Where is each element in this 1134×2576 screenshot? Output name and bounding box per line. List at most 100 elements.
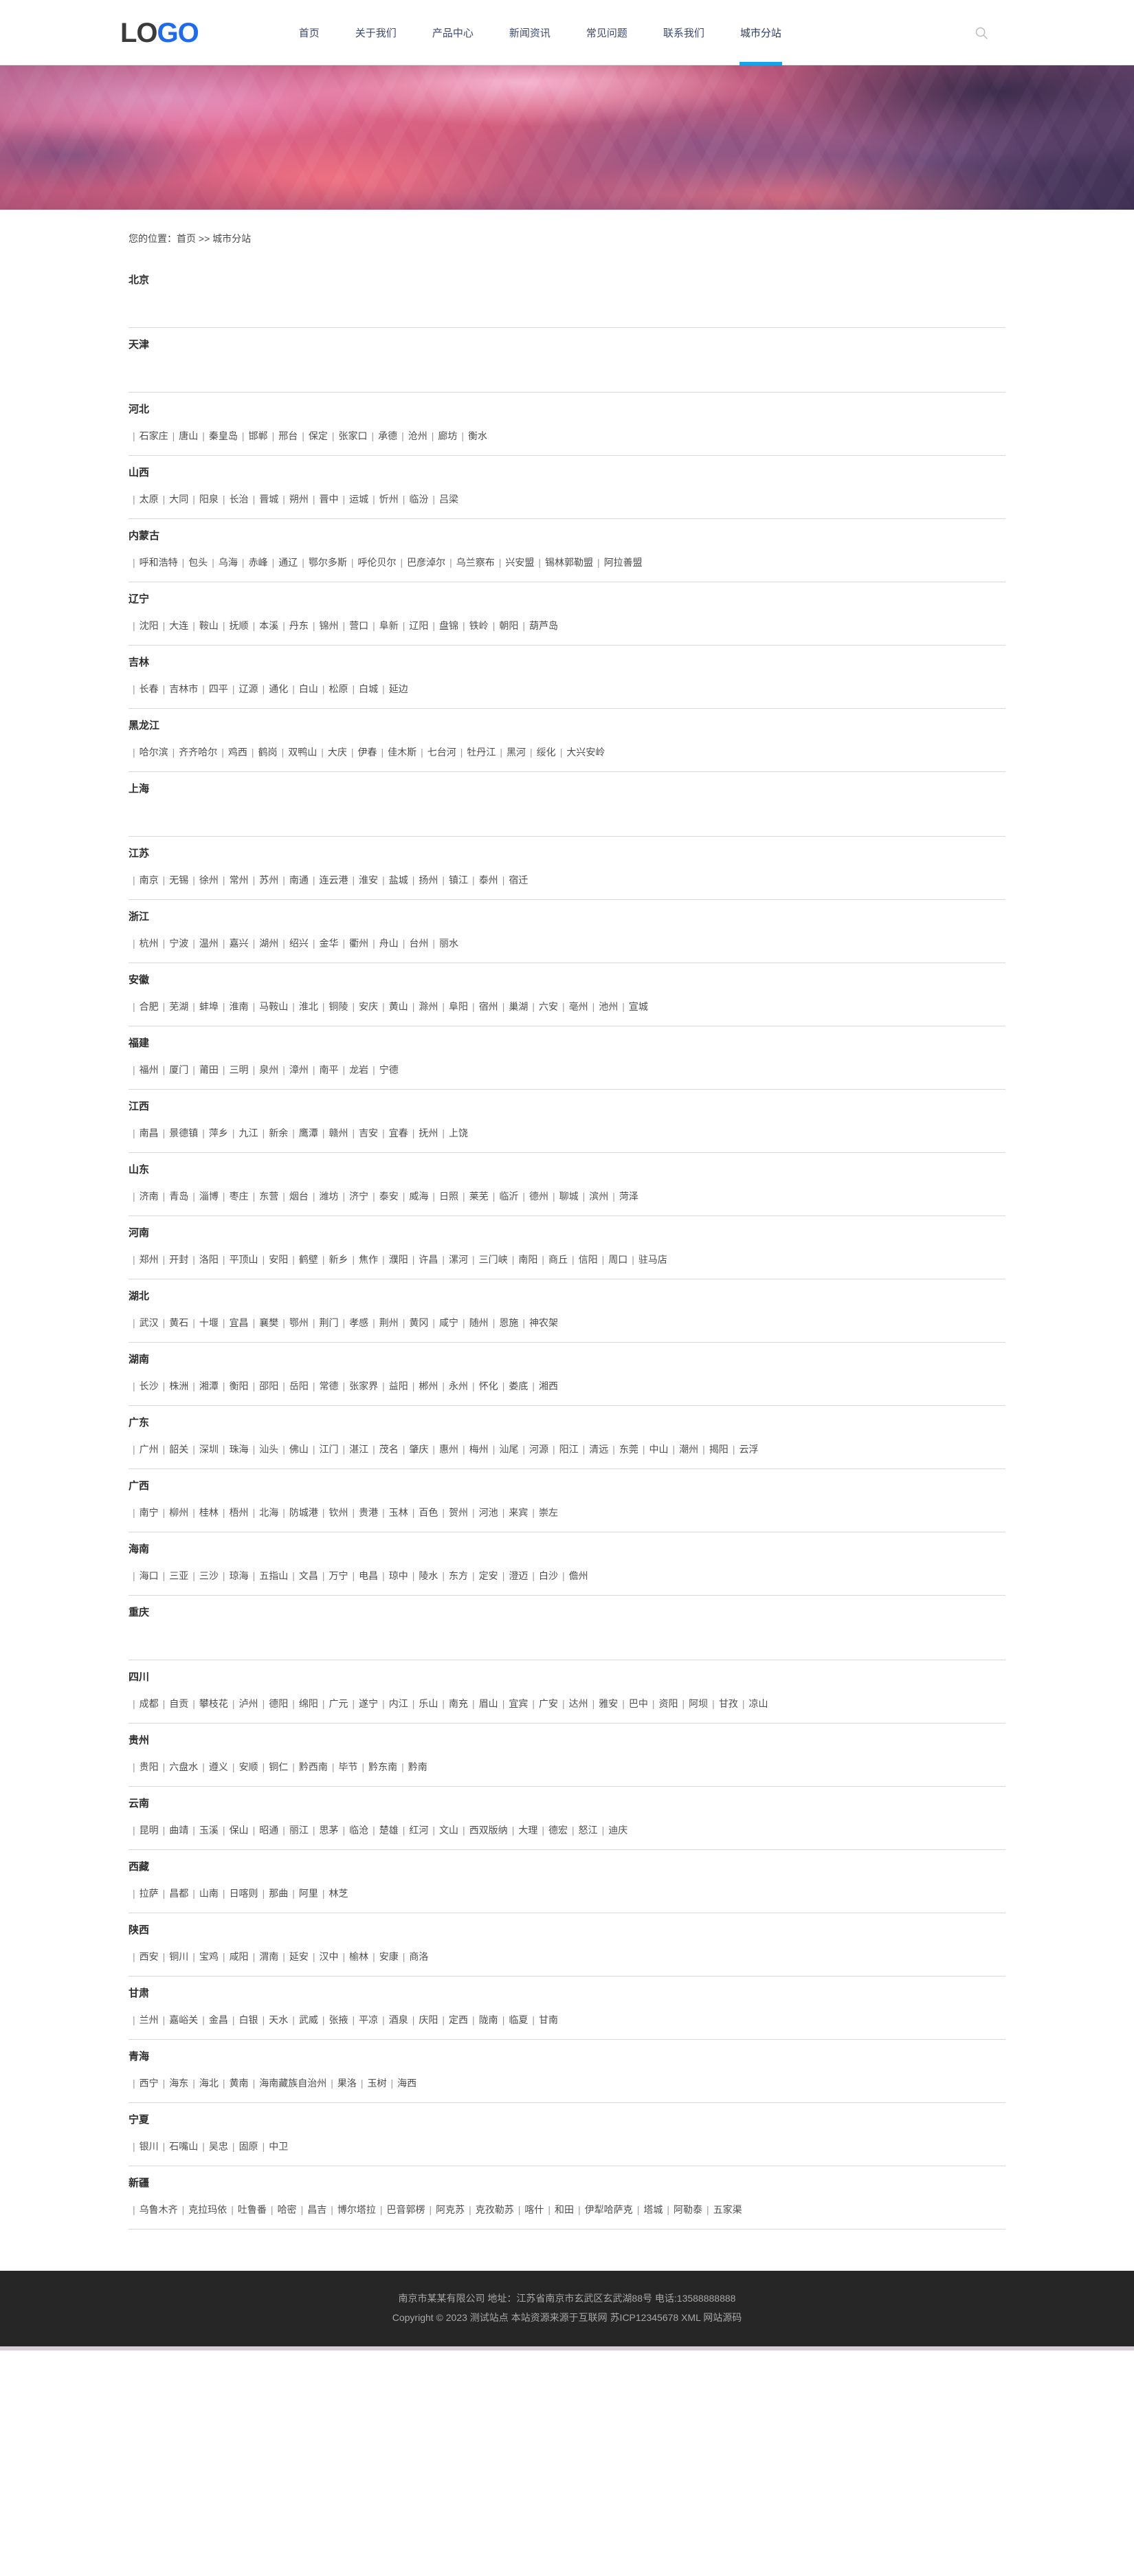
- city-link[interactable]: 大连: [169, 620, 188, 631]
- city-link[interactable]: 六安: [539, 1001, 558, 1012]
- province-name[interactable]: 江苏: [129, 846, 1005, 861]
- city-link[interactable]: 阿里: [299, 1888, 318, 1899]
- city-link[interactable]: 宿州: [479, 1001, 498, 1012]
- city-link[interactable]: 广州: [140, 1444, 159, 1455]
- city-link[interactable]: 阳泉: [199, 494, 219, 505]
- city-link[interactable]: 红河: [409, 1825, 428, 1836]
- city-link[interactable]: 湘潭: [199, 1380, 219, 1391]
- province-name[interactable]: 海南: [129, 1542, 1005, 1556]
- city-link[interactable]: 汉中: [319, 1951, 338, 1962]
- city-link[interactable]: 济宁: [349, 1191, 368, 1202]
- city-link[interactable]: 银川: [140, 2141, 159, 2152]
- city-link[interactable]: 博尔塔拉: [337, 2204, 376, 2215]
- city-link[interactable]: 娄底: [509, 1380, 528, 1391]
- city-link[interactable]: 黑河: [507, 747, 526, 758]
- city-link[interactable]: 吐鲁番: [238, 2204, 267, 2215]
- province-name[interactable]: 西藏: [129, 1860, 1005, 1874]
- city-link[interactable]: 唐山: [179, 430, 198, 441]
- city-link[interactable]: 漯河: [449, 1254, 468, 1265]
- city-link[interactable]: 郑州: [140, 1254, 159, 1265]
- city-link[interactable]: 洛阳: [199, 1254, 219, 1265]
- city-link[interactable]: 中山: [649, 1444, 669, 1455]
- city-link[interactable]: 陵水: [419, 1570, 438, 1581]
- province-name[interactable]: 北京: [129, 273, 1005, 287]
- city-link[interactable]: 商丘: [548, 1254, 568, 1265]
- city-link[interactable]: 临沧: [349, 1825, 368, 1836]
- city-link[interactable]: 白城: [359, 683, 378, 694]
- province-name[interactable]: 重庆: [129, 1605, 1005, 1620]
- city-link[interactable]: 泰安: [379, 1191, 399, 1202]
- city-link[interactable]: 衢州: [349, 938, 368, 949]
- city-link[interactable]: 徐州: [199, 874, 219, 885]
- nav-item-city-subsites[interactable]: 城市分站: [722, 0, 799, 65]
- nav-item-news[interactable]: 新闻资讯: [491, 0, 568, 65]
- city-link[interactable]: 韶关: [169, 1444, 188, 1455]
- city-link[interactable]: 通辽: [278, 557, 298, 568]
- footer-xml-link[interactable]: XML: [681, 2312, 700, 2323]
- city-link[interactable]: 苏州: [259, 874, 278, 885]
- city-link[interactable]: 新乡: [329, 1254, 348, 1265]
- city-link[interactable]: 伊春: [357, 747, 377, 758]
- city-link[interactable]: 兴安盟: [505, 557, 534, 568]
- city-link[interactable]: 内江: [389, 1698, 408, 1709]
- city-link[interactable]: 菏泽: [619, 1191, 638, 1202]
- city-link[interactable]: 荆州: [379, 1317, 399, 1328]
- city-link[interactable]: 克拉玛依: [188, 2204, 227, 2215]
- city-link[interactable]: 岳阳: [289, 1380, 309, 1391]
- city-link[interactable]: 东方: [449, 1570, 468, 1581]
- city-link[interactable]: 孝感: [349, 1317, 368, 1328]
- city-link[interactable]: 遂宁: [359, 1698, 378, 1709]
- city-link[interactable]: 昆明: [140, 1825, 159, 1836]
- city-link[interactable]: 辽阳: [409, 620, 428, 631]
- city-link[interactable]: 三门峡: [479, 1254, 508, 1265]
- city-link[interactable]: 长沙: [140, 1380, 159, 1391]
- city-link[interactable]: 塔城: [643, 2204, 663, 2215]
- city-link[interactable]: 乐山: [419, 1698, 438, 1709]
- city-link[interactable]: 丽江: [289, 1825, 309, 1836]
- city-link[interactable]: 濮阳: [389, 1254, 408, 1265]
- city-link[interactable]: 乌兰察布: [456, 557, 495, 568]
- city-link[interactable]: 潍坊: [319, 1191, 338, 1202]
- city-link[interactable]: 海北: [199, 2078, 219, 2089]
- city-link[interactable]: 攀枝花: [199, 1698, 228, 1709]
- city-link[interactable]: 漳州: [289, 1064, 309, 1075]
- province-name[interactable]: 广西: [129, 1479, 1005, 1493]
- city-link[interactable]: 十堰: [199, 1317, 219, 1328]
- city-link[interactable]: 景德镇: [169, 1127, 198, 1138]
- city-link[interactable]: 平凉: [359, 2014, 378, 2025]
- footer-icp-link[interactable]: 苏ICP12345678: [610, 2312, 679, 2323]
- city-link[interactable]: 淮北: [299, 1001, 318, 1012]
- city-link[interactable]: 桂林: [199, 1507, 219, 1518]
- province-name[interactable]: 天津: [129, 338, 1005, 352]
- city-link[interactable]: 来宾: [509, 1507, 528, 1518]
- city-link[interactable]: 九江: [239, 1127, 258, 1138]
- city-link[interactable]: 防城港: [289, 1507, 318, 1518]
- city-link[interactable]: 榆林: [349, 1951, 368, 1962]
- city-link[interactable]: 西宁: [140, 2078, 159, 2089]
- city-link[interactable]: 毕节: [338, 1761, 357, 1772]
- city-link[interactable]: 池州: [599, 1001, 618, 1012]
- city-link[interactable]: 阿克苏: [436, 2204, 465, 2215]
- city-link[interactable]: 益阳: [389, 1380, 408, 1391]
- city-link[interactable]: 玉树: [367, 2078, 386, 2089]
- city-link[interactable]: 咸宁: [439, 1317, 458, 1328]
- city-link[interactable]: 佛山: [289, 1444, 309, 1455]
- city-link[interactable]: 文山: [439, 1825, 458, 1836]
- province-name[interactable]: 青海: [129, 2049, 1005, 2064]
- city-link[interactable]: 大理: [518, 1825, 537, 1836]
- city-link[interactable]: 四平: [209, 683, 228, 694]
- province-name[interactable]: 湖北: [129, 1289, 1005, 1303]
- city-link[interactable]: 赤峰: [249, 557, 268, 568]
- city-link[interactable]: 齐齐哈尔: [179, 747, 217, 758]
- city-link[interactable]: 阿坝: [689, 1698, 708, 1709]
- city-link[interactable]: 安阳: [269, 1254, 288, 1265]
- nav-item-products[interactable]: 产品中心: [414, 0, 491, 65]
- province-name[interactable]: 贵州: [129, 1733, 1005, 1748]
- city-link[interactable]: 安庆: [359, 1001, 378, 1012]
- city-link[interactable]: 商洛: [409, 1951, 428, 1962]
- city-link[interactable]: 吴忠: [209, 2141, 228, 2152]
- city-link[interactable]: 柳州: [169, 1507, 188, 1518]
- city-link[interactable]: 大同: [169, 494, 188, 505]
- city-link[interactable]: 安顺: [239, 1761, 258, 1772]
- city-link[interactable]: 马鞍山: [259, 1001, 288, 1012]
